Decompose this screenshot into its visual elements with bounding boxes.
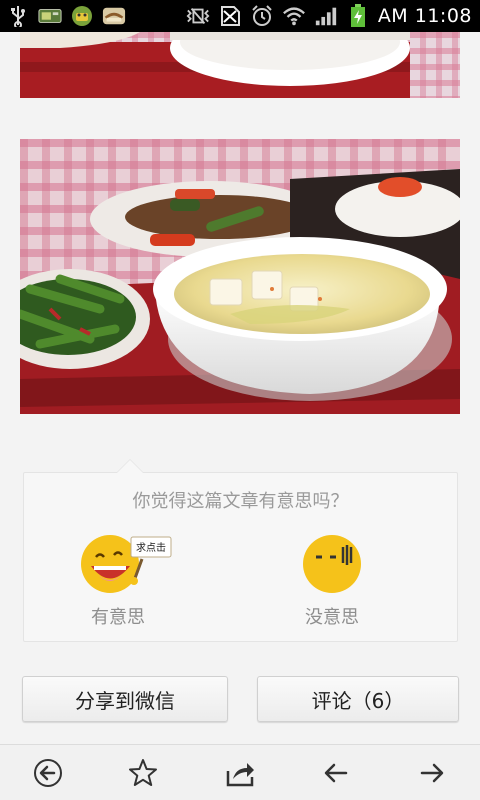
previous-article-button[interactable]: [320, 757, 352, 789]
card-pointer: [116, 459, 144, 473]
like-sign-text: 求点击: [136, 542, 166, 554]
share-button[interactable]: [224, 757, 256, 789]
next-article-button[interactable]: [416, 757, 448, 789]
app-notification-icon: [102, 6, 126, 26]
feedback-question: 你觉得这篇文章有意思吗？: [132, 491, 349, 512]
share-icon: [226, 763, 254, 787]
status-bar: AM 11:08: [0, 0, 480, 32]
alarm-clock-icon: [250, 5, 274, 26]
back-circle-icon: [34, 759, 62, 787]
favorite-button[interactable]: [127, 757, 159, 789]
no-sim-icon: [218, 6, 242, 26]
vibrate-icon: [186, 6, 210, 26]
comment-button[interactable]: 评论（6）: [257, 676, 459, 722]
article-content[interactable]: 你觉得这篇文章有意思吗？ 求点击 有意思 没意思 分享到微信 评论（6）: [0, 32, 480, 744]
like-option[interactable]: 求点击 有意思: [58, 529, 178, 629]
battery-charging-icon: [346, 4, 370, 27]
signal-icon: [314, 6, 338, 26]
arrow-left-icon: [324, 763, 348, 783]
like-label: 有意思: [91, 607, 145, 628]
status-time: AM 11:08: [377, 5, 472, 27]
bored-face-icon: [303, 535, 361, 593]
android-app-icon: [70, 6, 94, 26]
share-wechat-button[interactable]: 分享到微信: [22, 676, 228, 722]
star-icon: [129, 759, 157, 786]
dislike-label: 没意思: [305, 607, 359, 628]
food-photo-tofu-soup: [20, 139, 460, 414]
back-circle-button[interactable]: [32, 757, 64, 789]
happy-face-icon: 求点击: [81, 535, 172, 593]
bottom-toolbar: [0, 744, 480, 800]
usb-icon: [6, 6, 30, 27]
dislike-option[interactable]: 没意思: [272, 529, 392, 629]
wifi-icon: [282, 6, 306, 26]
feedback-card: 你觉得这篇文章有意思吗？ 求点击 有意思 没意思: [23, 459, 458, 642]
food-photo-top: [20, 32, 460, 98]
arrow-right-icon: [420, 763, 444, 783]
sim-card-icon: [38, 6, 62, 26]
